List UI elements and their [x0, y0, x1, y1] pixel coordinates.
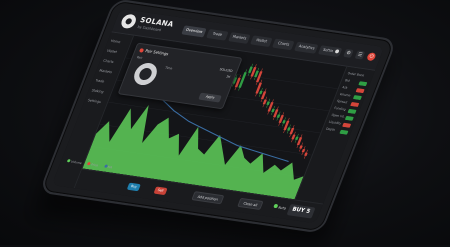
popup-title: Pair Settings	[139, 47, 170, 56]
buy-button[interactable]: BUY 5	[286, 203, 316, 219]
status-badge	[355, 87, 365, 93]
bell-icon[interactable]: ●	[331, 47, 343, 57]
settings-icon[interactable]: ⚙	[343, 48, 354, 58]
tab-analytics[interactable]: Analytics	[294, 41, 319, 54]
toggle-label: Auto	[277, 205, 287, 211]
sell-chip[interactable]: Sell	[153, 186, 168, 196]
status-badge	[344, 115, 355, 121]
row-label: Open Int.	[330, 112, 346, 119]
status-badge	[350, 101, 360, 107]
status-badge	[347, 108, 357, 114]
tab-overview[interactable]: Overview	[181, 25, 207, 38]
row-label: Ask	[341, 85, 349, 90]
row-label: Order Book	[347, 71, 365, 78]
buy-chip[interactable]: Buy	[126, 182, 141, 192]
power-icon[interactable]: ⏻	[366, 52, 377, 62]
status-badge	[358, 80, 368, 86]
candle	[254, 70, 259, 78]
row-label: Liquidity	[328, 119, 342, 126]
candle	[291, 134, 296, 140]
auto-toggle[interactable]: Auto	[272, 203, 288, 214]
right-panel-row[interactable]: Depth	[325, 127, 349, 135]
solana-logo-icon	[130, 61, 161, 87]
app-screen: SOLANA by Dashboard Overview Trade Marke…	[51, 8, 385, 224]
sidebar-item-settings[interactable]: Settings	[86, 96, 107, 107]
row-label: Depth	[325, 126, 336, 132]
popup-row-label: Time	[164, 65, 174, 71]
candle	[282, 120, 286, 124]
candle	[248, 66, 253, 74]
row-label: Volume	[338, 91, 352, 98]
status-badge	[342, 122, 352, 128]
tab-wallet[interactable]: Wallet	[250, 35, 273, 48]
candle	[301, 148, 306, 153]
tablet-device: SOLANA by Dashboard Overview Trade Marke…	[38, 0, 398, 234]
add-position-button[interactable]: Add position	[191, 191, 225, 205]
menu-icon[interactable]: ☰	[354, 50, 366, 60]
popup-row-label: Pair	[136, 55, 144, 60]
candle	[259, 90, 263, 95]
apply-button[interactable]: Apply	[198, 92, 222, 103]
candle	[294, 136, 299, 141]
candle	[287, 127, 291, 131]
status-badge	[359, 78, 369, 80]
popup-row-value: 1H	[225, 74, 231, 79]
row-label: Spread	[336, 98, 348, 105]
status-badge	[353, 94, 363, 100]
candle	[299, 145, 303, 149]
tab-charts[interactable]: Charts	[272, 38, 295, 51]
row-label: Bid	[344, 78, 351, 83]
tab-markets[interactable]: Markets	[227, 32, 251, 44]
toolbar-icons: ● ⚙ ☰ ⏻	[331, 47, 377, 62]
tab-trade[interactable]: Trade	[205, 28, 229, 41]
candle	[276, 114, 281, 118]
status-badge	[339, 129, 349, 135]
solana-logo-icon	[119, 13, 139, 30]
candle	[271, 108, 275, 113]
candle	[304, 152, 308, 156]
row-label: Funding	[333, 105, 347, 112]
close-all-button[interactable]: Close all	[237, 197, 264, 211]
background: SOLANA by Dashboard Overview Trade Marke…	[0, 0, 450, 247]
